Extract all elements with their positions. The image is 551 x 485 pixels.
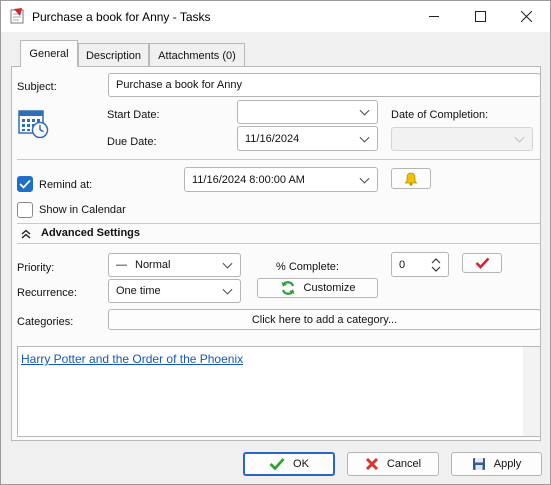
recurrence-value: One time <box>116 285 161 297</box>
start-date-picker[interactable] <box>237 100 378 124</box>
divider <box>17 223 541 224</box>
spinner-arrows-icon[interactable] <box>431 256 441 277</box>
percent-complete-spinner[interactable]: 0 <box>391 252 449 277</box>
close-button[interactable] <box>503 1 549 32</box>
tab-description[interactable]: Description <box>78 43 149 67</box>
ok-label: OK <box>293 458 309 470</box>
minimize-button[interactable] <box>411 1 457 32</box>
customize-label: Customize <box>303 282 356 294</box>
tab-general[interactable]: General <box>20 40 78 67</box>
title-bar: Purchase a book for Anny - Tasks <box>1 1 550 32</box>
add-category-button[interactable]: Click here to add a category... <box>108 309 541 330</box>
due-date-label: Due Date: <box>107 136 157 148</box>
save-disk-icon <box>472 458 485 470</box>
percent-complete-label: % Complete: <box>276 261 339 273</box>
remind-datetime-picker[interactable]: 11/16/2024 8:00:00 AM <box>184 167 378 192</box>
show-in-calendar-label: Show in Calendar <box>39 204 126 216</box>
chevron-down-icon <box>514 132 525 143</box>
remind-checkbox[interactable] <box>17 176 33 192</box>
ok-button[interactable]: OK <box>243 452 335 476</box>
categories-label: Categories: <box>17 316 74 328</box>
cancel-label: Cancel <box>386 458 422 470</box>
red-x-icon <box>365 457 378 471</box>
subject-label: Subject: <box>17 81 57 93</box>
priority-label: Priority: <box>17 262 55 274</box>
apply-label: Apply <box>493 458 522 470</box>
chevron-down-icon <box>222 284 233 295</box>
reminder-sound-button[interactable] <box>391 168 431 189</box>
subject-input[interactable]: Purchase a book for Anny <box>108 73 541 97</box>
apply-button[interactable]: Apply <box>451 452 542 476</box>
recurrence-select[interactable]: One time <box>108 279 241 303</box>
checkmark-icon <box>19 179 31 189</box>
recurrence-label: Recurrence: <box>17 287 77 299</box>
completion-date-picker[interactable] <box>391 127 533 151</box>
show-in-calendar-checkbox[interactable] <box>17 202 33 218</box>
cancel-button[interactable]: Cancel <box>347 452 439 476</box>
red-check-icon <box>475 257 489 269</box>
customize-recurrence-button[interactable]: Customize <box>257 278 378 298</box>
minimize-icon <box>428 16 439 17</box>
green-check-icon <box>269 458 285 471</box>
maximize-icon <box>474 11 486 22</box>
mark-complete-button[interactable] <box>462 253 502 273</box>
vertical-scrollbar[interactable] <box>523 347 540 436</box>
close-icon <box>520 11 532 22</box>
priority-select[interactable]: — Normal <box>108 253 241 277</box>
divider <box>17 159 541 160</box>
bell-icon <box>404 172 418 186</box>
remind-datetime-value: 11/16/2024 8:00:00 AM <box>192 173 305 186</box>
chevron-down-icon <box>359 173 370 184</box>
priority-dash-icon: — <box>116 259 127 271</box>
advanced-settings-header[interactable]: Advanced Settings <box>41 227 140 239</box>
collapse-chevron-up-icon[interactable] <box>21 228 31 242</box>
percent-complete-value: 0 <box>399 258 406 271</box>
notes-editor[interactable]: Harry Potter and the Order of the Phoeni… <box>17 346 541 437</box>
task-window: Purchase a book for Anny - Tasks General… <box>0 0 551 485</box>
start-date-label: Start Date: <box>107 109 160 121</box>
divider <box>17 243 541 244</box>
chevron-down-icon <box>359 132 370 143</box>
task-notepad-icon <box>10 8 24 24</box>
tab-attachments[interactable]: Attachments (0) <box>149 43 245 67</box>
notes-link[interactable]: Harry Potter and the Order of the Phoeni… <box>21 352 243 366</box>
subject-value: Purchase a book for Anny <box>116 79 242 91</box>
remind-label: Remind at: <box>39 179 93 191</box>
due-date-value: 11/16/2024 <box>245 132 300 145</box>
calendar-clock-icon <box>18 108 49 139</box>
chevron-down-icon <box>359 105 370 116</box>
window-title: Purchase a book for Anny - Tasks <box>32 10 211 24</box>
maximize-button[interactable] <box>457 1 503 32</box>
refresh-icon <box>281 281 295 295</box>
chevron-down-icon <box>222 258 233 269</box>
priority-value: Normal <box>135 259 171 271</box>
due-date-picker[interactable]: 11/16/2024 <box>237 126 378 151</box>
completion-date-label: Date of Completion: <box>391 109 489 121</box>
